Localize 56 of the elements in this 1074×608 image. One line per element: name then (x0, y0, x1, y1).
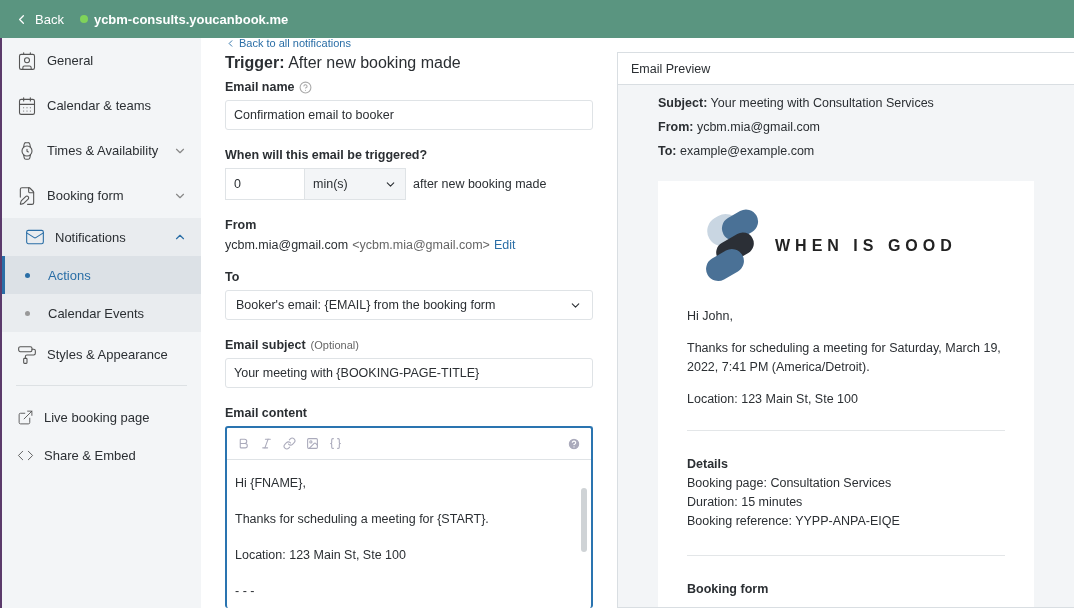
field-label: To (225, 270, 240, 284)
email-header: From: ycbm.mia@gmail.com (658, 119, 822, 135)
recipient-dropdown[interactable]: Booker's email: {EMAIL} from the booking form (225, 290, 593, 320)
field-label: When will this email be triggered? (225, 148, 428, 162)
email-name-field[interactable]: Confirmation email to booker (225, 100, 593, 130)
email-paragraph: Hi John, (687, 308, 734, 325)
scrollbar-thumb[interactable] (581, 488, 587, 552)
field-label: From (225, 218, 257, 232)
sidebar-item[interactable]: Styles & Appearance (2, 332, 201, 377)
email-paragraph: Location: 123 Main St, Ste 100 (687, 391, 859, 408)
sender-address: <ycbm.mia@gmail.com> (352, 238, 490, 252)
profile-card-icon (17, 50, 37, 71)
edit-link[interactable]: Edit (493, 238, 516, 252)
sidebar-link[interactable]: Live booking page (2, 398, 201, 436)
sidebar-link[interactable]: Share & Embed (2, 436, 201, 474)
envelope-icon (25, 227, 45, 247)
sender-name: ycbm.mia@gmail.com (225, 238, 349, 252)
logo-text: WHEN IS GOOD (775, 237, 957, 255)
field-label: Email subject (225, 338, 306, 352)
email-header: To: example@example.com (658, 143, 816, 159)
sidebar-subitem[interactable]: Calendar Events (2, 294, 201, 332)
trigger-title: Trigger: After new booking made (225, 54, 461, 71)
section-heading: Details (687, 456, 729, 473)
link-icon (283, 437, 296, 450)
braces-icon (329, 437, 342, 450)
site-address: ycbm-consults.youcanbook.me (93, 11, 289, 27)
external-link-icon (17, 408, 34, 426)
sidebar-item[interactable]: Booking form (2, 173, 201, 218)
form-icon (17, 185, 37, 206)
field-label: Email name (225, 80, 295, 94)
help-icon (299, 80, 313, 94)
email-header: Subject: Your meeting with Consultation Services (658, 95, 935, 111)
timing-suffix: after new booking made (413, 177, 547, 191)
image-icon (306, 437, 319, 450)
section-heading: Booking form (687, 581, 770, 598)
detail-line: Duration: 15 minutes (687, 494, 804, 511)
calendar-icon (17, 95, 37, 116)
sidebar-subitem[interactable]: Actions (2, 256, 201, 294)
sidebar-item[interactable]: Calendar & teams (2, 83, 201, 128)
help-icon (567, 436, 581, 451)
amount-field[interactable]: 0 (225, 168, 305, 200)
field-label: Email content (225, 406, 307, 420)
italic-icon (260, 437, 273, 450)
back-link[interactable]: Back to all notifications (225, 36, 609, 50)
sidebar-item[interactable]: Notifications (2, 218, 201, 256)
subject-field[interactable]: Your meeting with {BOOKING-PAGE-TITLE} (225, 358, 593, 388)
status-dot (79, 15, 88, 23)
paint-roller-icon (17, 344, 37, 365)
detail-line: Booking reference: YYPP-ANPA-EIQE (687, 513, 901, 530)
sidebar-item[interactable]: General (2, 38, 201, 83)
bold-icon (237, 437, 250, 450)
email-paragraph: Thanks for scheduling a meeting for Saturday, March 19, 2022, 7:41 PM (America/Detroit). (687, 340, 1002, 376)
optional-hint: (Optional) (310, 339, 359, 351)
detail-line: Booking page: Consultation Services (687, 475, 893, 492)
sidebar-item[interactable]: Times & Availability (2, 128, 201, 173)
unit-dropdown[interactable]: min(s) (305, 168, 406, 200)
